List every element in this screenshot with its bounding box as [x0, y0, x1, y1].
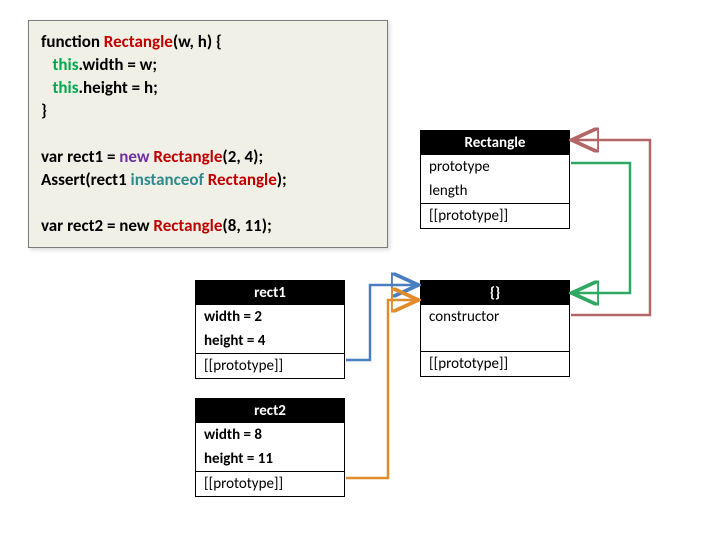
obj-prop: prototype	[421, 155, 569, 179]
t: );	[277, 169, 287, 190]
obj-title: rect1	[196, 281, 344, 305]
obj-prop: width = 8	[196, 423, 344, 447]
obj-prop: constructor	[421, 305, 569, 329]
t: this	[53, 77, 79, 98]
t: }	[41, 100, 375, 123]
t: function	[41, 31, 104, 52]
object-rect1: rect1 width = 2 height = 4 [[prototype]]	[195, 280, 345, 379]
obj-prop: [[prototype]]	[421, 203, 569, 228]
obj-prop: [[prototype]]	[421, 351, 569, 376]
t: (8, 11);	[222, 215, 271, 236]
t: Rectangle	[153, 215, 222, 236]
obj-prop: [[prototype]]	[196, 471, 344, 496]
arrow-rectangle-prototype	[571, 163, 630, 293]
obj-title: Rectangle	[421, 131, 569, 155]
t: .width = w;	[79, 54, 158, 75]
obj-prop: length	[421, 179, 569, 203]
t: var rect1 =	[41, 146, 119, 167]
t: this	[53, 54, 79, 75]
object-rect2: rect2 width = 8 height = 11 [[prototype]…	[195, 398, 345, 497]
obj-prop: width = 2	[196, 305, 344, 329]
obj-prop: height = 4	[196, 329, 344, 353]
t: .height = h;	[79, 77, 158, 98]
t: (2, 4);	[222, 146, 263, 167]
obj-title: rect2	[196, 399, 344, 423]
object-rectangle: Rectangle prototype length [[prototype]]	[420, 130, 570, 229]
obj-spacer	[421, 329, 569, 351]
t: var rect2 = new	[41, 215, 153, 236]
arrow-constructor	[571, 140, 650, 315]
code-block: function Rectangle(w, h) { this.width = …	[28, 20, 388, 248]
arrow-rect1-proto	[346, 285, 416, 360]
t: Assert(rect1	[41, 169, 131, 190]
t: instanceof	[131, 169, 208, 190]
obj-prop: [[prototype]]	[196, 353, 344, 378]
object-empty: {} constructor [[prototype]]	[420, 280, 570, 377]
t: new	[119, 146, 153, 167]
t: Rectangle	[153, 146, 222, 167]
obj-prop: height = 11	[196, 447, 344, 471]
t: Rectangle	[104, 31, 173, 52]
t: Rectangle	[208, 169, 277, 190]
arrow-rect2-proto	[346, 300, 416, 478]
t: (w, h) {	[173, 31, 222, 52]
obj-title: {}	[421, 281, 569, 305]
